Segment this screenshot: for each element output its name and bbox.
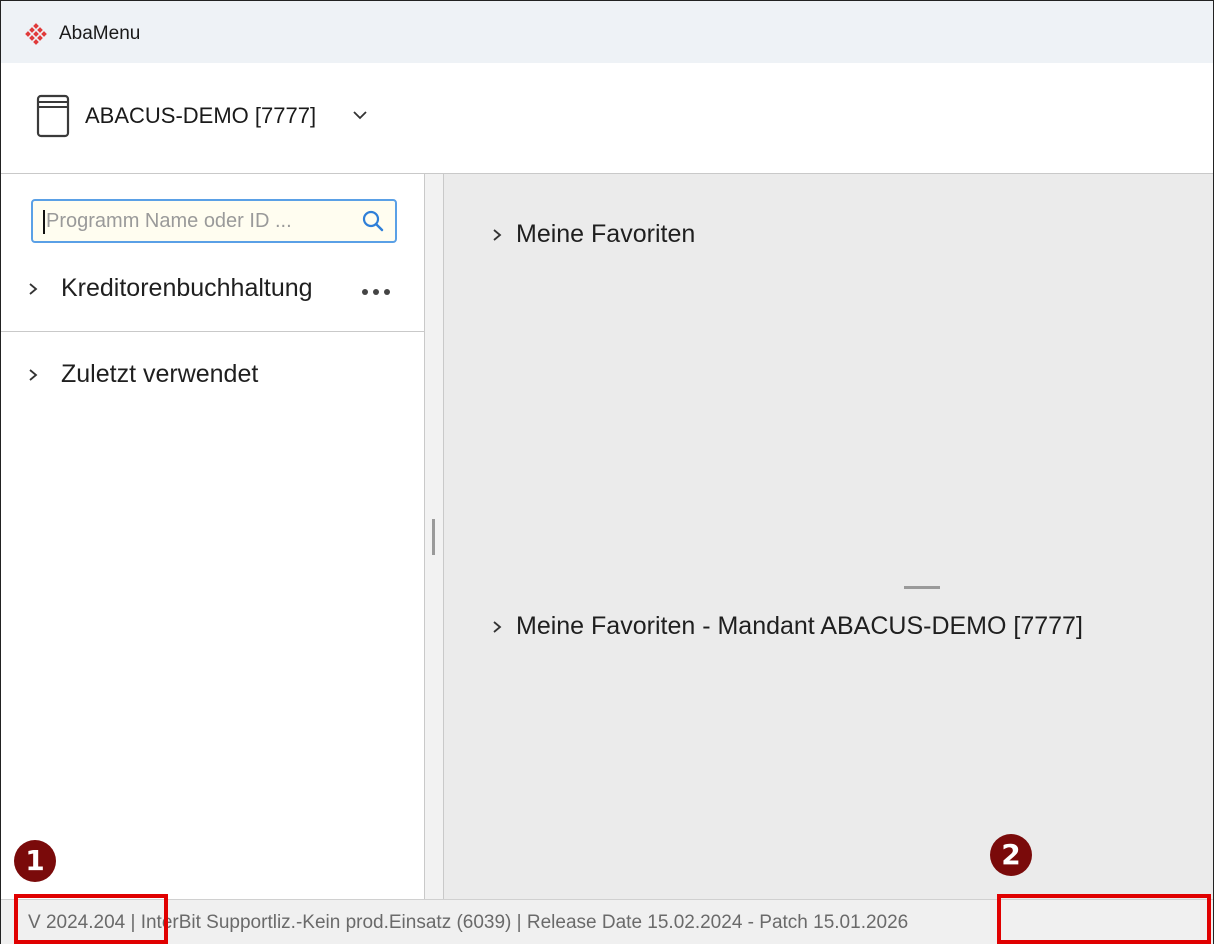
search-icon[interactable] bbox=[361, 209, 385, 233]
abacus-diamond-logo-icon bbox=[25, 23, 47, 45]
chevron-right-icon bbox=[493, 228, 502, 241]
favorites-panel: Meine Favoriten Meine Favoriten - Mandan… bbox=[444, 174, 1213, 899]
patch-text: Patch 15.01.2026 bbox=[759, 912, 909, 933]
chevron-right-icon bbox=[29, 282, 38, 295]
status-separator: | bbox=[511, 912, 527, 933]
chevron-right-icon bbox=[29, 368, 38, 381]
highlight-box-version bbox=[14, 894, 168, 944]
vertical-splitter[interactable] bbox=[424, 174, 444, 899]
search-box[interactable] bbox=[31, 199, 397, 243]
chevron-right-icon bbox=[493, 620, 502, 633]
license-text: InterBit Supportliz.-Kein prod.Einsatz (… bbox=[140, 912, 512, 933]
tenant-selector[interactable]: ABACUS-DEMO [7777] bbox=[85, 103, 316, 129]
text-caret bbox=[43, 210, 45, 234]
book-icon bbox=[36, 94, 70, 138]
callout-marker-1: 1 bbox=[14, 840, 56, 882]
tenant-header: ABACUS-DEMO [7777] bbox=[1, 63, 1213, 174]
section-label: Meine Favoriten - Mandant ABACUS-DEMO [7… bbox=[516, 612, 1083, 640]
divider bbox=[1, 331, 424, 332]
section-meine-favoriten[interactable]: Meine Favoriten bbox=[492, 220, 695, 249]
title-bar: AbaMenu bbox=[1, 1, 1213, 63]
section-label: Meine Favoriten bbox=[516, 220, 696, 248]
search-input[interactable] bbox=[46, 206, 346, 236]
window-title: AbaMenu bbox=[59, 23, 141, 44]
section-meine-favoriten-mandant[interactable]: Meine Favoriten - Mandant ABACUS-DEMO [7… bbox=[492, 612, 1083, 641]
release-date-text: Release Date 15.02.2024 bbox=[526, 912, 743, 933]
status-separator: - bbox=[742, 912, 760, 933]
chevron-down-icon[interactable] bbox=[353, 110, 367, 120]
highlight-box-patch bbox=[997, 894, 1211, 944]
sidebar-item-label: Zuletzt verwendet bbox=[61, 360, 259, 388]
sidebar-item-kreditorenbuchhaltung[interactable]: Kreditorenbuchhaltung bbox=[27, 274, 313, 303]
more-options-icon[interactable] bbox=[361, 288, 391, 296]
splitter-grip-icon[interactable] bbox=[432, 519, 435, 555]
horizontal-splitter-grip-icon[interactable] bbox=[904, 586, 940, 589]
callout-marker-2: 2 bbox=[990, 834, 1032, 876]
sidebar-item-label: Kreditorenbuchhaltung bbox=[61, 274, 313, 302]
sidebar: Kreditorenbuchhaltung Zuletzt verwendet bbox=[1, 174, 424, 899]
sidebar-item-zuletzt-verwendet[interactable]: Zuletzt verwendet bbox=[27, 360, 258, 389]
